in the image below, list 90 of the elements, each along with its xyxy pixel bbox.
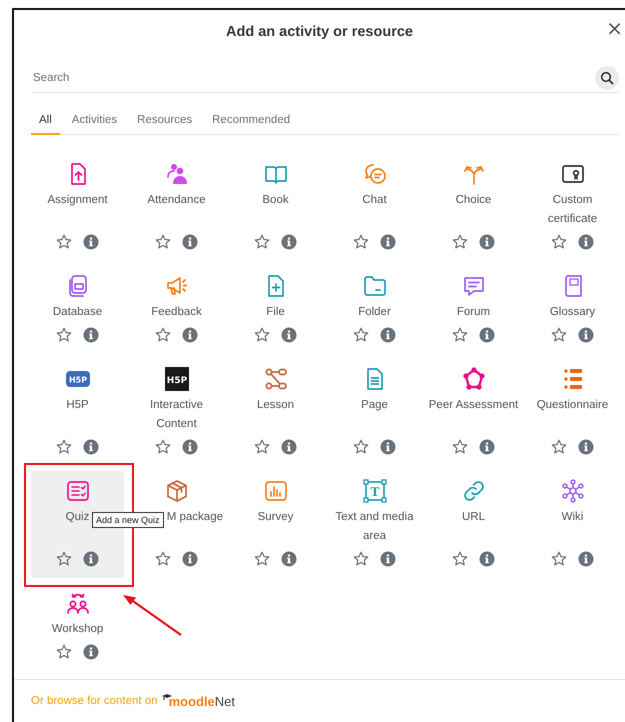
info-icon[interactable]: [281, 327, 297, 343]
star-icon[interactable]: [452, 327, 468, 343]
activity-link[interactable]: Text and media area: [329, 508, 420, 546]
activity-link[interactable]: Page: [361, 396, 388, 415]
info-icon[interactable]: [281, 234, 297, 250]
activity-link[interactable]: Lesson: [256, 396, 294, 415]
info-icon[interactable]: [578, 439, 594, 455]
activity-link[interactable]: Wiki: [562, 508, 584, 527]
activity-link[interactable]: Custom certificate: [527, 191, 618, 229]
star-icon[interactable]: [452, 551, 468, 567]
info-icon[interactable]: [578, 327, 594, 343]
footer-text: Or browse for content on: [31, 695, 158, 707]
h5p-logo: H5P: [164, 367, 188, 391]
star-icon[interactable]: [56, 439, 72, 455]
moodlenet-logo-link[interactable]: moodleNet: [162, 694, 236, 708]
info-icon[interactable]: [380, 234, 396, 250]
info-icon[interactable]: [380, 327, 396, 343]
info-icon[interactable]: [182, 551, 198, 567]
info-icon[interactable]: [479, 551, 495, 567]
info-icon[interactable]: [83, 644, 99, 660]
activity-link[interactable]: Workshop: [52, 620, 104, 639]
annotation-arrow: [122, 594, 184, 638]
info-icon[interactable]: [182, 439, 198, 455]
star-icon[interactable]: [155, 327, 171, 343]
activity-link[interactable]: Chat: [362, 191, 387, 210]
activity-link[interactable]: Peer Assessment: [428, 396, 518, 415]
search-icon[interactable]: [600, 71, 614, 85]
info-icon[interactable]: [479, 439, 495, 455]
star-icon[interactable]: [254, 551, 270, 567]
tooltip: Add a new Quiz: [92, 512, 164, 528]
star-icon[interactable]: [353, 327, 369, 343]
star-icon[interactable]: [353, 439, 369, 455]
activity-link[interactable]: Forum: [456, 303, 490, 322]
star-icon[interactable]: [155, 551, 171, 567]
star-icon[interactable]: [353, 551, 369, 567]
activity-link[interactable]: Attendance: [147, 191, 206, 210]
star-icon[interactable]: [254, 327, 270, 343]
search-field[interactable]: Search: [31, 72, 595, 84]
activity-link[interactable]: Interactive Content: [131, 396, 222, 434]
activity-link[interactable]: Questionnaire: [536, 396, 608, 415]
star-icon[interactable]: [56, 551, 72, 567]
activity-link[interactable]: Quiz: [66, 508, 90, 527]
info-icon[interactable]: [83, 551, 99, 567]
star-icon[interactable]: [155, 234, 171, 250]
activity-link[interactable]: File: [266, 303, 285, 322]
activity-link[interactable]: Assignment: [47, 191, 108, 210]
search-button[interactable]: [595, 66, 619, 90]
star-icon[interactable]: [254, 234, 270, 250]
activity-link[interactable]: Glossary: [550, 303, 596, 322]
star-icon[interactable]: [353, 234, 369, 250]
info-icon[interactable]: [182, 234, 198, 250]
star-icon[interactable]: [155, 439, 171, 455]
info-icon[interactable]: [380, 551, 396, 567]
activity-link[interactable]: H5P: [66, 396, 89, 415]
info-icon[interactable]: [182, 327, 198, 343]
close-button[interactable]: ×: [604, 17, 625, 39]
activity-link[interactable]: Feedback: [151, 303, 202, 322]
info-icon[interactable]: [578, 551, 594, 567]
tab[interactable]: Activities: [64, 108, 126, 135]
star-icon[interactable]: [551, 551, 567, 567]
star-icon[interactable]: [56, 327, 72, 343]
activity-link[interactable]: Folder: [358, 303, 391, 322]
info-icon[interactable]: [281, 439, 297, 455]
activity-link[interactable]: Survey: [258, 508, 294, 527]
info-icon[interactable]: [83, 234, 99, 250]
activity-link[interactable]: Database: [52, 303, 102, 322]
info-icon[interactable]: [380, 439, 396, 455]
info-icon[interactable]: [83, 327, 99, 343]
info-icon[interactable]: [578, 234, 594, 250]
tab[interactable]: Recommended: [204, 108, 298, 135]
star-icon[interactable]: [452, 439, 468, 455]
star-icon[interactable]: [551, 234, 567, 250]
star-icon[interactable]: [452, 234, 468, 250]
info-icon[interactable]: [479, 234, 495, 250]
activity-link[interactable]: Choice: [456, 191, 492, 210]
info-icon[interactable]: [83, 439, 99, 455]
info-icon[interactable]: [281, 551, 297, 567]
star-icon[interactable]: [56, 234, 72, 250]
star-icon[interactable]: [551, 327, 567, 343]
activity-link[interactable]: M package: [166, 508, 223, 527]
activity-link[interactable]: URL: [462, 508, 485, 527]
info-icon[interactable]: [479, 327, 495, 343]
tab[interactable]: Resources: [129, 108, 200, 135]
activity-link[interactable]: Book: [262, 191, 289, 210]
dialog-title: Add an activity or resource: [226, 24, 413, 40]
star-icon[interactable]: [551, 439, 567, 455]
star-icon[interactable]: [254, 439, 270, 455]
text-frame-icon: T: [362, 479, 386, 503]
tab[interactable]: All: [31, 108, 60, 135]
star-icon[interactable]: [56, 644, 72, 660]
